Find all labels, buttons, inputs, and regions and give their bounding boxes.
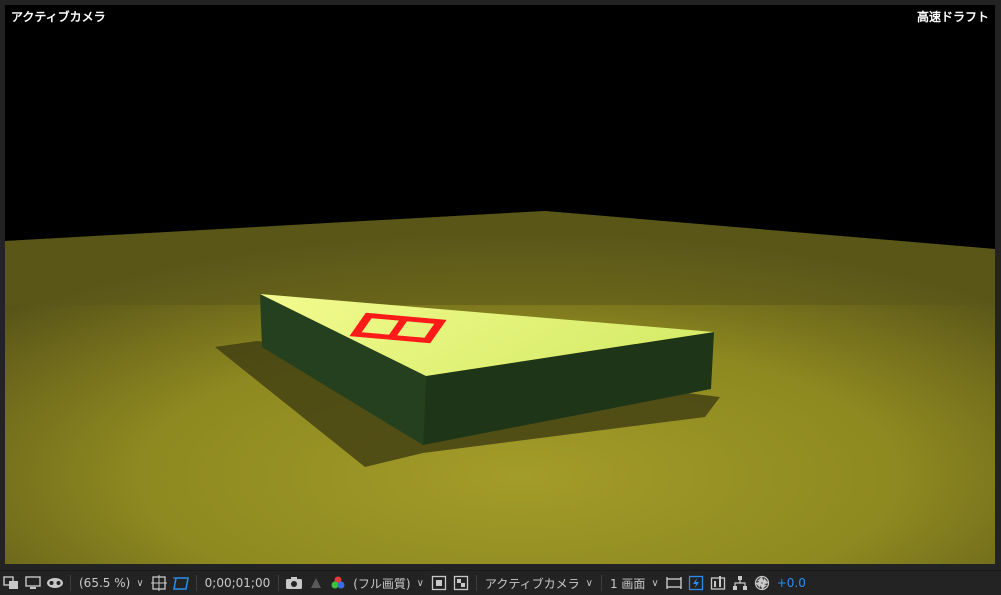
viewer-toolbar: (65.5 %) ∨ 0;00;01;00 (フル画質) ∨ アクティブカメラ … xyxy=(0,570,1001,595)
rgb-channel-icon[interactable] xyxy=(327,572,349,594)
zoom-dropdown[interactable]: (65.5 %) ∨ xyxy=(75,572,148,594)
resolution-value: (フル画質) xyxy=(353,576,411,591)
flowchart-icon[interactable] xyxy=(729,572,751,594)
exposure-value[interactable]: +0.0 xyxy=(773,572,810,594)
reset-exposure-icon[interactable] xyxy=(751,572,773,594)
chevron-down-icon: ∨ xyxy=(585,577,593,589)
active-camera-label: アクティブカメラ xyxy=(11,10,106,24)
floor-far-shade xyxy=(5,211,995,305)
zoom-value: (65.5 %) xyxy=(79,576,131,590)
mask-visibility-icon[interactable] xyxy=(44,572,66,594)
region-of-interest-icon[interactable] xyxy=(170,572,192,594)
camera-view-value: アクティブカメラ xyxy=(484,576,580,591)
always-preview-icon[interactable] xyxy=(0,572,22,594)
toolbar-divider xyxy=(70,575,71,591)
grid-guides-icon[interactable] xyxy=(148,572,170,594)
resolution-dropdown[interactable]: (フル画質) ∨ xyxy=(349,572,428,594)
camera-snapshot-icon[interactable] xyxy=(283,572,305,594)
chevron-down-icon: ∨ xyxy=(136,577,144,589)
toolbar-divider xyxy=(195,575,197,591)
toggle-pixel-aspect-icon[interactable] xyxy=(663,572,685,594)
fast-preview-mode-icon[interactable] xyxy=(428,572,450,594)
toolbar-divider xyxy=(278,575,280,591)
show-snapshot-icon[interactable] xyxy=(305,572,327,594)
toolbar-divider xyxy=(600,575,602,591)
current-time-display[interactable]: 0;00;01;00 xyxy=(201,572,275,594)
scene-render xyxy=(5,211,995,564)
view-layout-value: 1 画面 xyxy=(609,576,646,591)
transparency-grid-icon[interactable] xyxy=(450,572,472,594)
chevron-down-icon: ∨ xyxy=(651,577,659,589)
timeline-icon[interactable] xyxy=(707,572,729,594)
chevron-down-icon: ∨ xyxy=(416,577,424,589)
monitor-icon[interactable] xyxy=(22,572,44,594)
view-layout-dropdown[interactable]: 1 画面 ∨ xyxy=(606,572,663,594)
toolbar-divider xyxy=(475,575,477,591)
camera-view-dropdown[interactable]: アクティブカメラ ∨ xyxy=(481,572,597,594)
composition-viewer[interactable]: アクティブカメラ 高速ドラフト xyxy=(5,5,995,564)
fast-preview-icon[interactable] xyxy=(685,572,707,594)
draft-quality-label: 高速ドラフト xyxy=(916,10,989,24)
